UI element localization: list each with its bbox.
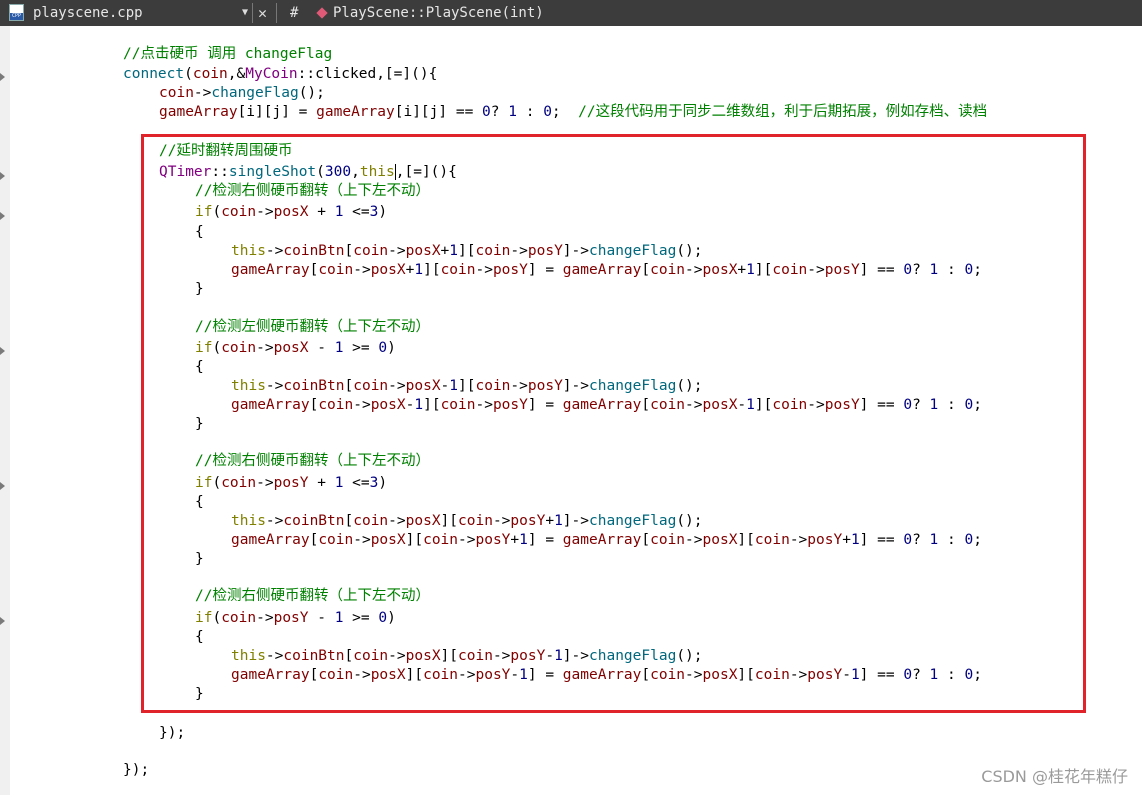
symbol-selector[interactable]: PlayScene::PlayScene(int) <box>333 0 544 26</box>
code-token: 1 <box>508 104 517 120</box>
fold-marker-icon[interactable] <box>0 347 5 355</box>
code-token: }); <box>123 762 150 778</box>
fold-marker-icon[interactable] <box>0 482 5 490</box>
hash-label: # <box>290 5 299 21</box>
code-token: [i][j] = <box>237 104 317 120</box>
toolbar-divider <box>276 3 277 23</box>
code-line: }); <box>159 724 185 743</box>
cpp-file-icon: CPP <box>9 4 24 21</box>
code-token: 0 <box>482 104 491 120</box>
chevron-down-icon[interactable]: ▼ <box>242 0 248 26</box>
code-token: gameArray <box>159 104 238 120</box>
editor-toolbar: CPP playscene.cpp ▼ ✕ # PlayScene::PlayS… <box>0 0 1142 26</box>
function-symbol-icon <box>316 7 328 19</box>
toolbar-divider <box>252 3 253 23</box>
close-icon[interactable]: ✕ <box>258 0 267 26</box>
code-token: changeFlag <box>211 85 299 101</box>
file-name-tab[interactable]: playscene.cpp <box>33 0 143 26</box>
code-line: gameArray[i][j] = gameArray[i][j] == 0? … <box>159 103 987 122</box>
code-line: //点击硬币 调用 changeFlag <box>123 45 332 64</box>
code-token: //这段代码用于同步二维数组，利于后期拓展，例如存档、读档 <box>578 104 988 120</box>
code-token: ? <box>490 104 509 120</box>
fold-marker-icon[interactable] <box>0 212 5 220</box>
fold-marker-icon[interactable] <box>0 617 5 625</box>
code-token: MyCoin <box>245 66 298 82</box>
code-token: connect <box>123 66 185 82</box>
code-token: ( <box>184 66 193 82</box>
editor-gutter <box>0 26 10 795</box>
code-token: ,& <box>227 66 246 82</box>
code-token: -> <box>193 85 212 101</box>
highlight-box <box>141 134 1086 713</box>
fold-marker-icon[interactable] <box>0 73 5 81</box>
code-token: gameArray <box>316 104 395 120</box>
code-line: coin->changeFlag(); <box>159 84 325 103</box>
code-line: connect(coin,&MyCoin::clicked,[=](){ <box>123 65 437 84</box>
code-token: (); <box>298 85 325 101</box>
code-token: ::clicked,[=](){ <box>297 66 438 82</box>
code-line: }); <box>123 761 149 780</box>
code-token: coin <box>159 85 194 101</box>
code-token: 0 <box>543 104 552 120</box>
code-token: ; <box>551 104 579 120</box>
watermark: CSDN @桂花年糕仔 <box>981 767 1128 786</box>
code-token: coin <box>192 66 228 82</box>
fold-marker-icon[interactable] <box>0 172 5 180</box>
code-token: //点击硬币 调用 changeFlag <box>123 46 333 62</box>
code-token: }); <box>159 725 186 741</box>
code-token: [i][j] == <box>394 104 483 120</box>
code-token: : <box>516 104 544 120</box>
